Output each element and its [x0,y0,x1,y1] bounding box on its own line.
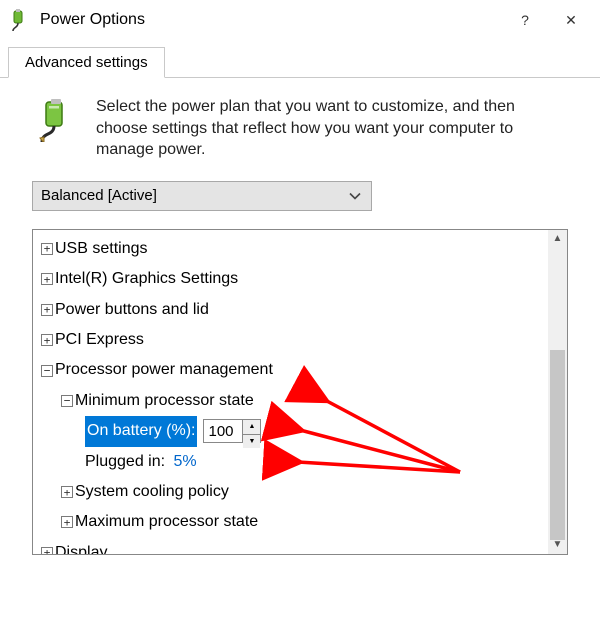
power-icon [6,8,30,32]
setting-label-on-battery: On battery (%): [85,416,197,446]
power-plan-dropdown[interactable]: Balanced [Active] [32,181,372,211]
tree-label: Intel(R) Graphics Settings [55,264,238,294]
tree-node-pci-express[interactable]: + PCI Express [41,325,548,355]
on-battery-input[interactable] [203,419,243,443]
expand-icon[interactable]: + [61,516,73,528]
tree-node-processor-power[interactable]: − Processor power management [41,355,548,385]
tree-label: PCI Express [55,325,144,355]
tree-label: System cooling policy [75,477,229,507]
tree-node-intel-graphics[interactable]: + Intel(R) Graphics Settings [41,264,548,294]
tab-advanced-settings[interactable]: Advanced settings [8,47,165,78]
intro-text: Select the power plan that you want to c… [96,96,568,161]
tree-label: Display [55,538,107,554]
expand-icon[interactable]: + [41,334,53,346]
expand-icon[interactable]: + [41,273,53,285]
close-button[interactable]: ✕ [548,4,594,36]
help-button[interactable]: ? [502,4,548,36]
tree-node-on-battery[interactable]: On battery (%): ▲ ▼ [41,416,548,446]
expand-icon[interactable]: + [41,304,53,316]
tabs: Advanced settings [0,46,600,78]
tree-node-min-processor-state[interactable]: − Minimum processor state [41,386,548,416]
dialog-body: Select the power plan that you want to c… [0,78,600,559]
on-battery-spinner[interactable]: ▲ ▼ [203,419,261,443]
tree-label: Minimum processor state [75,386,254,416]
power-plan-selected: Balanced [Active] [41,187,157,204]
titlebar: Power Options ? ✕ [0,0,600,40]
chevron-down-icon [349,187,361,204]
expand-icon[interactable]: + [41,243,53,255]
collapse-icon[interactable]: − [61,395,73,407]
tree-node-plugged-in[interactable]: Plugged in: 5% [41,447,548,477]
scroll-up-icon[interactable]: ▲ [548,230,567,248]
tree-node-system-cooling[interactable]: + System cooling policy [41,477,548,507]
tree-label: Maximum processor state [75,507,258,537]
expand-icon[interactable]: + [41,547,53,554]
tree-node-max-processor-state[interactable]: + Maximum processor state [41,507,548,537]
tree-label: Power buttons and lid [55,295,209,325]
tree-node-display[interactable]: + Display [41,538,548,554]
tree-node-usb[interactable]: + USB settings [41,234,548,264]
tree-label: USB settings [55,234,147,264]
tree-label: Processor power management [55,355,273,385]
battery-plug-icon [32,96,80,144]
scroll-down-icon[interactable]: ▼ [548,536,567,554]
spinner-down-icon[interactable]: ▼ [243,435,260,448]
spinner-up-icon[interactable]: ▲ [243,420,260,434]
collapse-icon[interactable]: − [41,365,53,377]
setting-label-plugged-in: Plugged in: [85,447,165,477]
window-title: Power Options [40,11,502,29]
scroll-thumb[interactable] [550,350,565,540]
tree-node-power-buttons[interactable]: + Power buttons and lid [41,295,548,325]
settings-tree-container: + USB settings + Intel(R) Graphics Setti… [32,229,568,555]
plugged-in-value[interactable]: 5% [174,447,197,477]
expand-icon[interactable]: + [61,486,73,498]
intro-section: Select the power plan that you want to c… [32,96,568,161]
settings-tree[interactable]: + USB settings + Intel(R) Graphics Setti… [33,230,548,554]
tree-scrollbar[interactable]: ▲ ▼ [548,230,567,554]
